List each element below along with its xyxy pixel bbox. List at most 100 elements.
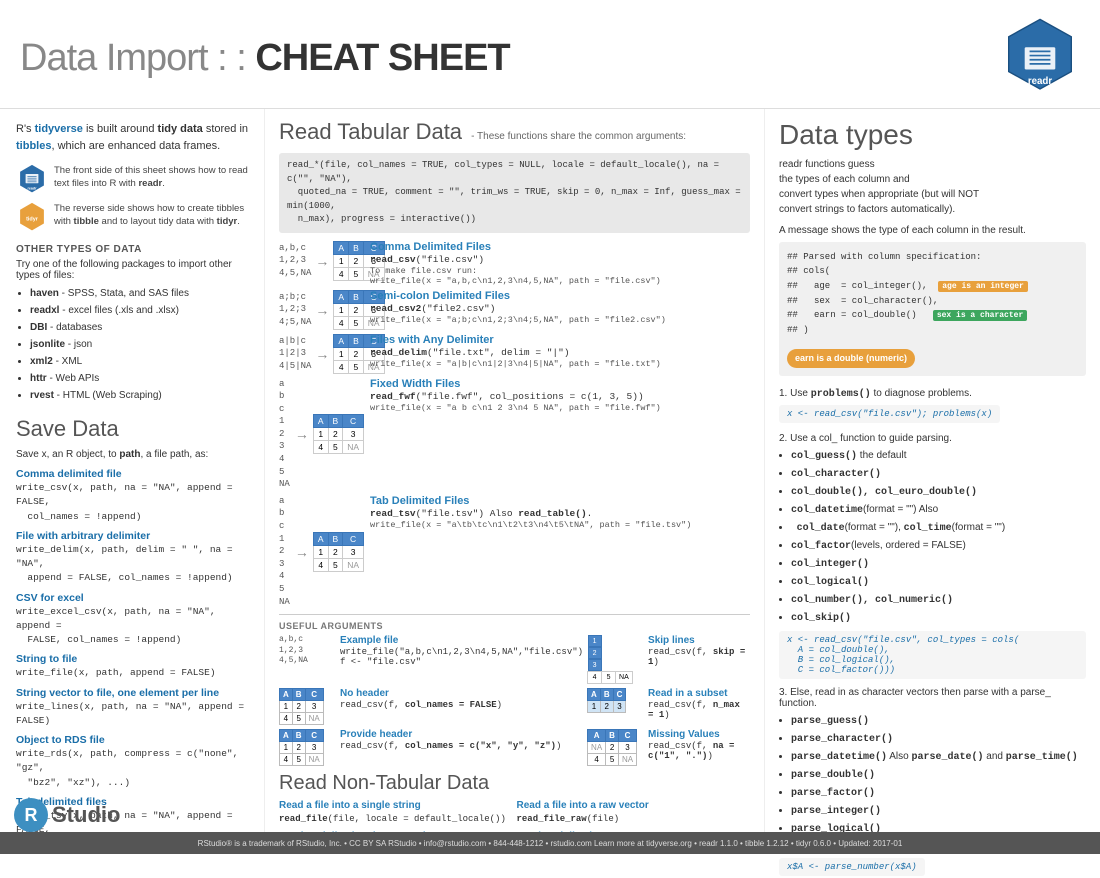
footer-text: RStudio® is a trademark of RStudio, Inc.… [198, 839, 903, 848]
csv-text-comma: a,b,c1,2,34,5,NA [279, 242, 311, 280]
csv-text-semicolon: a;b;c1,2;34;5,NA [279, 291, 311, 329]
side-badges: readr The front side of this sheet shows… [16, 164, 248, 234]
non-tab-title-single-string: Read a file into a single string [279, 799, 513, 813]
tabular-header: Read Tabular Data - These functions shar… [279, 119, 750, 145]
file-main-code-comma: read_csv("file.csv") [370, 254, 750, 265]
tabular-title: Read Tabular Data [279, 119, 462, 144]
table-preview-tsv: ABC 123 45NA [313, 532, 364, 572]
list-item: col_skip() [791, 609, 1086, 627]
list-item: parse_character() [791, 730, 1086, 748]
arg-visual-no-header: ABC 123 45NA [279, 688, 334, 725]
file-preview-delim: a|b|c1|2|34|5|NA → ABC 123 45NA [279, 334, 364, 374]
arg-provide-header: ABC 123 45NA Provide header read_csv(f, … [279, 729, 583, 766]
arg-title-provide-header: Provide header [340, 729, 583, 740]
arg-title-subset: Read in a subset [648, 688, 750, 699]
file-entry-fwf: a b c1 2 34 5 NA → ABC 123 45NA Fixed Wi… [279, 378, 750, 491]
right-column: Data types readr functions guess the typ… [765, 109, 1100, 854]
sex-tag: sex is a character [933, 310, 1027, 321]
file-entry-semicolon: a;b;c1,2;34;5,NA → ABC 123 45NA Semi-col… [279, 290, 750, 330]
file-desc-tsv: Tab Delimited Files read_tsv("file.tsv")… [370, 495, 750, 530]
arg-no-header: ABC 123 45NA No header read_csv(f, col_n… [279, 688, 583, 725]
useful-args-section: USEFUL ARGUMENTS a,b,c1,2,34,5,NA Exampl… [279, 621, 750, 766]
non-tab-code-raw-vector: read_file_raw(file) [517, 813, 751, 826]
arg-visual-skip: 123 45NA [587, 635, 642, 684]
arg-title-skip: Skip lines [648, 635, 750, 646]
list-item: haven - SPSS, Stata, and SAS files [30, 285, 248, 302]
file-main-code-delim: read_delim("file.txt", delim = "|") [370, 347, 750, 358]
point2-list: col_guess() the default col_character() … [779, 447, 1086, 627]
age-tag: age is an integer [938, 281, 1028, 292]
non-tab-code-single-string: read_file(file, locale = default_locale(… [279, 813, 513, 826]
list-item: xml2 - XML [30, 353, 248, 370]
arg-code-missing: read_csv(f, na = c("1", ".")) [648, 741, 750, 761]
file-main-code-fwf: read_fwf("file.fwf", col_positions = c(1… [370, 391, 750, 402]
save-comma-code: write_csv(x, path, na = "NA", append = F… [16, 481, 248, 524]
arg-code-subset: read_csv(f, n_max = 1) [648, 700, 750, 720]
arg-skip: 123 45NA Skip lines read_csv(f, skip = 1… [587, 635, 750, 684]
intro-paragraph: R's tidyverse is built around tidy data … [16, 121, 248, 154]
page-title: Data Import : : CHEAT SHEET [20, 37, 510, 80]
list-item: parse_datetime() Also parse_date() and p… [791, 748, 1086, 766]
arg-visual-subset: ABC 123 [587, 688, 642, 713]
save-stringvec-code: write_lines(x, path, na = "NA", append =… [16, 700, 248, 729]
point2-code: x <- read_csv("file.csv", col_types = co… [779, 631, 1086, 679]
file-desc-fwf: Fixed Width Files read_fwf("file.fwf", c… [370, 378, 750, 413]
readr-badge-block: readr The front side of this sheet shows… [16, 164, 248, 196]
readr-badge-text: The front side of this sheet shows how t… [54, 164, 248, 191]
rstudio-logo: R Studio [14, 798, 120, 832]
other-types-heading: OTHER TYPES OF DATA [16, 244, 248, 255]
tabular-subtitle: - These functions share the common argum… [471, 131, 686, 142]
tidyr-badge-block: tidyr The reverse side shows how to crea… [16, 202, 248, 234]
arg-code-example: write_file("a,b,c\n1,2,3\n4,5,NA","file.… [340, 647, 583, 657]
list-item: col_integer() [791, 555, 1086, 573]
file-type-title-fwf: Fixed Width Files [370, 378, 750, 390]
list-item: col_number(), col_numeric() [791, 591, 1086, 609]
other-types-list: haven - SPSS, Stata, and SAS files readx… [16, 285, 248, 404]
file-write-semicolon: write_file(x = "a;b;c\n1,2;3\n4;5,NA", p… [370, 315, 750, 325]
provide-header-table: ABC 123 45NA [279, 729, 324, 766]
file-type-title-semicolon: Semi-colon Delimited Files [370, 290, 750, 302]
file-write-delim: write_file(x = "a|b|c\n1|2|3\n4|5|NA", p… [370, 359, 750, 369]
main-content: R's tidyverse is built around tidy data … [0, 109, 1100, 854]
arrow-icon: → [295, 544, 309, 560]
arg-visual-missing: ABC NA23 45NA [587, 729, 642, 766]
save-data-intro: Save x, an R object, to path, a file pat… [16, 448, 248, 462]
other-types-section: OTHER TYPES OF DATA Try one of the follo… [16, 244, 248, 404]
non-tab-raw-vector: Read a file into a raw vector read_file_… [517, 799, 751, 826]
save-data-title: Save Data [16, 416, 248, 442]
arg-code-provide-header: read_csv(f, col_names = c("x", "y", "z")… [340, 741, 583, 751]
svg-text:readr: readr [1028, 76, 1053, 87]
save-string-title: String to file [16, 653, 248, 665]
arg-code-no-header: read_csv(f, col_names = FALSE) [340, 700, 583, 710]
file-preview-tsv: a b c1 2 34 5 NA → ABC 123 45NA [279, 495, 364, 608]
arg-missing: ABC NA23 45NA Missing Values read_csv(f,… [587, 729, 750, 766]
file-write-comma: write_file(x = "a,b,c\n1,2,3\n4,5,NA", p… [370, 276, 750, 286]
arg-title-no-header: No header [340, 688, 583, 699]
file-preview-fwf: a b c1 2 34 5 NA → ABC 123 45NA [279, 378, 364, 491]
arg-desc-no-header: No header read_csv(f, col_names = FALSE) [340, 688, 583, 710]
file-desc-comma: Comma Delimited Files read_csv("file.csv… [370, 241, 750, 286]
arrow-icon: → [315, 253, 329, 269]
title-light: Data Import : : [20, 37, 255, 79]
arg-title-missing: Missing Values [648, 729, 750, 740]
file-desc-delim: Files with Any Delimiter read_delim("fil… [370, 334, 750, 369]
common-args-text: read_*(file, col_names = TRUE, col_types… [287, 160, 741, 224]
list-item: col_logical() [791, 573, 1086, 591]
arg-desc-skip: Skip lines read_csv(f, skip = 1) [648, 635, 750, 667]
other-types-intro: Try one of the following packages to imp… [16, 259, 248, 281]
svg-text:readr: readr [27, 187, 37, 191]
title-bold: CHEAT SHEET [255, 37, 509, 79]
save-string-code: write_file(x, path, append = FALSE) [16, 666, 248, 680]
save-stringvec-title: String vector to file, one element per l… [16, 687, 248, 699]
subset-table: ABC 123 [587, 688, 626, 713]
no-header-table: ABC 123 45NA [279, 688, 324, 725]
earn-annotation: earn is a double (numeric) [787, 349, 915, 367]
arg-desc-provide-header: Provide header read_csv(f, col_names = c… [340, 729, 583, 751]
middle-column: Read Tabular Data - These functions shar… [265, 109, 765, 854]
file-type-title-delim: Files with Any Delimiter [370, 334, 750, 346]
earn-annotation-row: earn is a double (numeric) [787, 345, 1078, 367]
save-rds-code: write_rds(x, path, compress = c("none", … [16, 747, 248, 790]
file-main-code-semicolon: read_csv2("file2.csv") [370, 303, 750, 314]
arg-desc-example: Example file write_file("a,b,c\n1,2,3\n4… [340, 635, 583, 667]
arg-subset: ABC 123 Read in a subset read_csv(f, n_m… [587, 688, 750, 725]
